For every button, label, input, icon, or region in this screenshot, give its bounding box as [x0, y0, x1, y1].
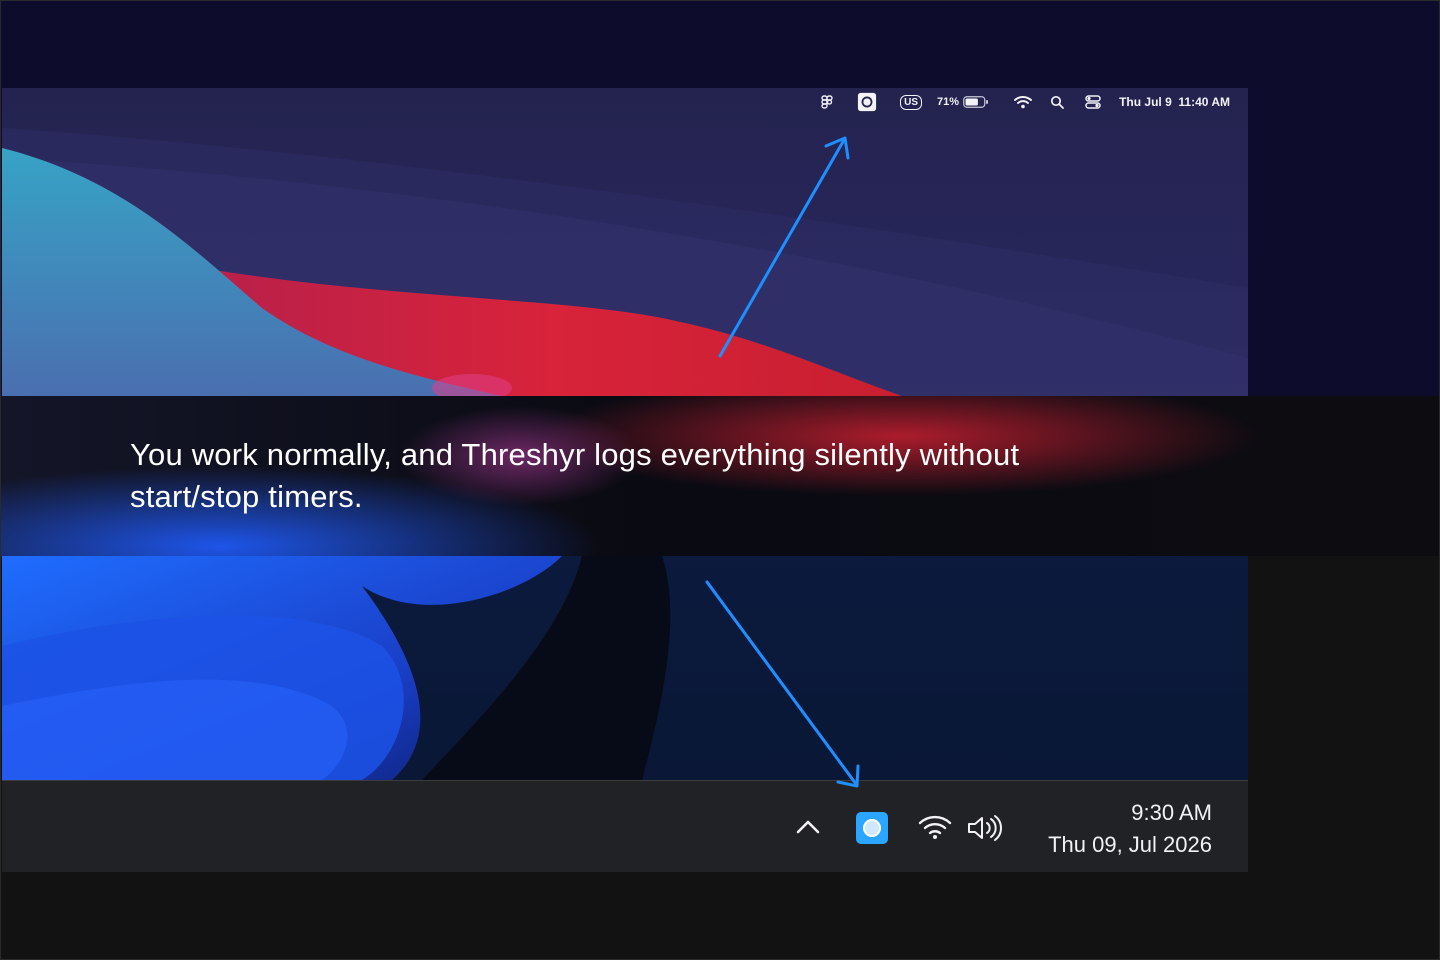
outer-frame — [0, 0, 1440, 960]
